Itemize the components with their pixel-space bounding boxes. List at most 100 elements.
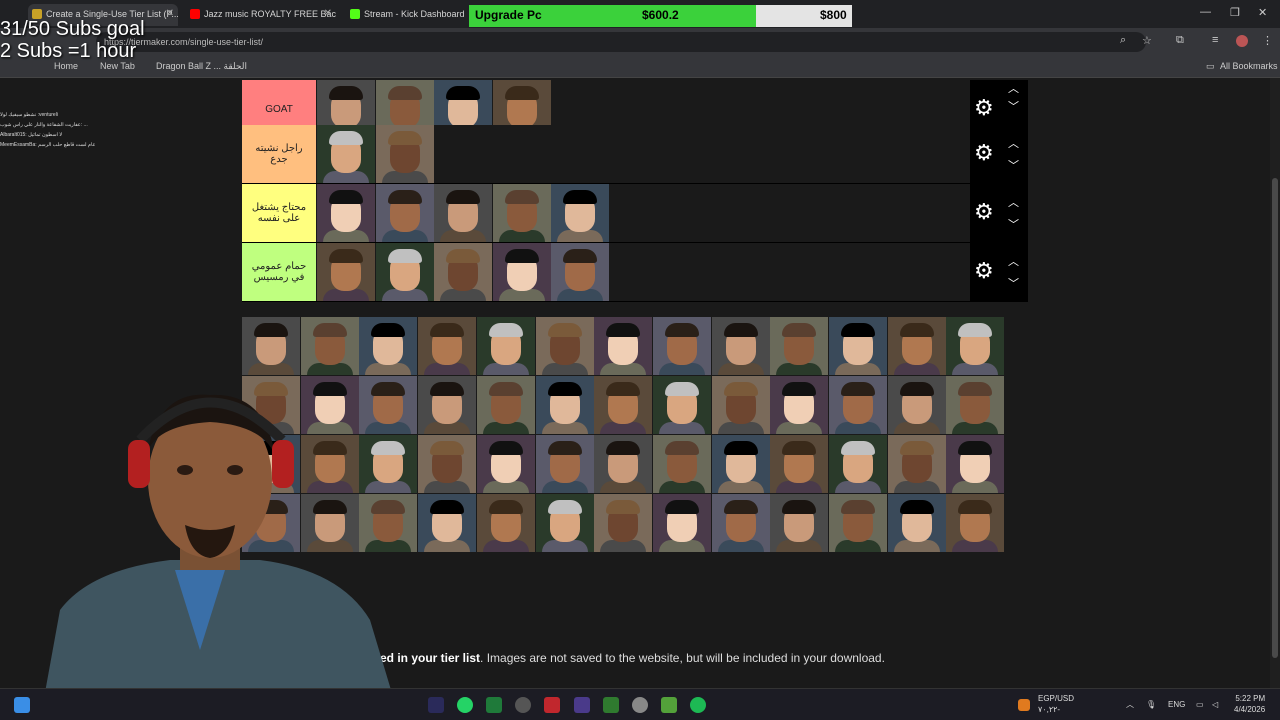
person-image[interactable] [375,125,434,183]
chevron-down-icon[interactable]: ﹀ [1008,98,1019,114]
person-image[interactable] [418,494,477,552]
gear-icon[interactable]: ⚙ [974,141,994,165]
all-bookmarks[interactable]: All Bookmarks [1220,61,1278,71]
person-image[interactable] [476,494,535,552]
person-image[interactable] [652,435,711,493]
app-icon[interactable] [486,697,502,713]
person-image[interactable] [418,317,477,375]
person-image[interactable] [535,494,594,552]
person-image[interactable] [711,317,770,375]
person-image[interactable] [492,243,551,301]
volume-icon[interactable]: ◁ [1212,699,1218,710]
chevron-up-icon[interactable]: ︿ [1008,194,1019,210]
acrobat-icon[interactable] [544,697,560,713]
maximize-icon[interactable]: ❐ [1230,6,1240,19]
chevron-down-icon[interactable]: ﹀ [1008,157,1019,173]
person-image[interactable] [242,317,300,375]
person-image[interactable] [535,435,594,493]
person-image[interactable] [770,317,829,375]
premiere-icon[interactable] [428,697,444,713]
person-image[interactable] [887,435,946,493]
person-image[interactable] [770,435,829,493]
person-image[interactable] [946,494,1005,552]
person-image[interactable] [317,125,375,183]
currency-widget[interactable]: EGP/USD ٧٠,٢٢- [1038,693,1074,715]
person-image[interactable] [711,494,770,552]
person-image[interactable] [476,435,535,493]
person-image[interactable] [476,317,535,375]
chevron-down-icon[interactable]: ﹀ [1008,275,1019,291]
close-icon[interactable]: ✕ [324,4,332,24]
gear-icon[interactable]: ⚙ [974,96,994,120]
tier-label[interactable]: محتاج يشتغل على نفسه [242,184,316,242]
app-icon[interactable] [661,697,677,713]
minecraft-icon[interactable] [603,697,619,713]
person-image[interactable] [359,317,418,375]
profile-avatar[interactable] [1236,35,1248,47]
person-image[interactable] [594,494,653,552]
person-image[interactable] [375,243,434,301]
chevron-down-icon[interactable]: ﹀ [1008,216,1019,232]
person-image[interactable] [551,184,610,242]
obs-icon[interactable] [515,697,531,713]
tier-label[interactable]: راجل نشيته جدع [242,125,316,183]
person-image[interactable] [476,376,535,434]
person-image[interactable] [887,317,946,375]
clock[interactable]: 5:22 PM 4/4/2026 [1234,693,1265,715]
chevron-up-icon[interactable]: ︿ [1008,80,1019,96]
scrollbar-thumb[interactable] [1272,178,1278,658]
star-icon[interactable]: ☆ [1142,34,1152,47]
person-image[interactable] [652,376,711,434]
person-image[interactable] [652,317,711,375]
bookmark-dragon-ball[interactable]: Dragon Ball Z ... الحلقة [156,61,247,72]
windows-start-icon[interactable] [14,697,30,713]
person-image[interactable] [317,184,375,242]
person-image[interactable] [418,435,477,493]
chevron-up-icon[interactable]: ︿ [1126,699,1134,710]
gear-icon[interactable]: ⚙ [974,200,994,224]
person-image[interactable] [594,317,653,375]
whatsapp-icon[interactable] [457,697,473,713]
reading-list-icon[interactable]: ≡ [1212,34,1218,46]
network-icon[interactable]: ▭ [1196,699,1204,710]
bookmark-home[interactable]: Home [54,61,78,71]
person-image[interactable] [594,435,653,493]
spotify-icon[interactable] [690,697,706,713]
person-image[interactable] [829,317,887,375]
bookmark-new-tab[interactable]: New Tab [100,61,135,71]
person-image[interactable] [829,435,887,493]
person-image[interactable] [300,317,359,375]
person-image[interactable] [594,376,653,434]
person-image[interactable] [946,435,1005,493]
url-field[interactable]: https://tiermaker.com/single-use-tier-li… [96,32,1146,52]
close-icon[interactable]: ✕ [166,4,174,24]
chevron-up-icon[interactable]: ︿ [1008,253,1019,269]
person-image[interactable] [535,376,594,434]
person-image[interactable] [711,435,770,493]
tier-label[interactable]: حمام عمومي في رمسيس [242,243,316,301]
minimize-icon[interactable]: — [1200,6,1211,18]
person-image[interactable] [770,376,829,434]
settings-icon[interactable] [632,697,648,713]
person-image[interactable] [535,317,594,375]
extensions-icon[interactable]: ⧉ [1176,34,1184,47]
close-window-icon[interactable]: ✕ [1258,6,1267,19]
person-image[interactable] [375,184,434,242]
person-image[interactable] [434,243,493,301]
chevron-up-icon[interactable]: ︿ [1008,135,1019,151]
person-image[interactable] [829,494,887,552]
person-image[interactable] [829,376,887,434]
tab-jazz[interactable]: Jazz music ROYALTY FREE Back... ✕ [186,4,336,26]
person-image[interactable] [418,376,477,434]
person-image[interactable] [492,184,551,242]
person-image[interactable] [946,317,1005,375]
microphone-icon[interactable]: 🎙 [1146,699,1156,710]
person-image[interactable] [711,376,770,434]
person-image[interactable] [652,494,711,552]
menu-icon[interactable]: ⋮ [1262,34,1273,47]
page-scrollbar[interactable] [1270,78,1280,688]
language-indicator[interactable]: ENG [1168,699,1185,710]
person-image[interactable] [551,243,610,301]
person-image[interactable] [887,376,946,434]
tab-kick[interactable]: Stream - Kick Dashboard [346,4,466,26]
